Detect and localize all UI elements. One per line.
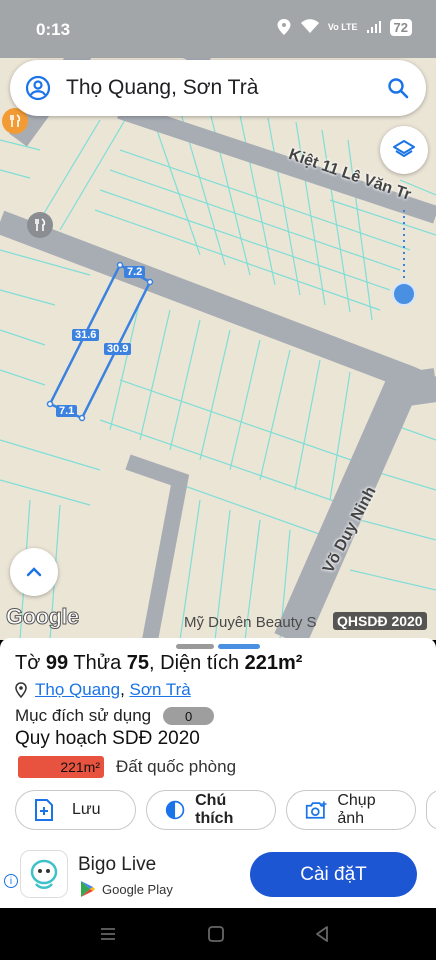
ad-banner[interactable]: i Bigo Live Google Play Cài đặT — [0, 842, 436, 908]
parcel-dimension: 7.1 — [56, 405, 78, 417]
purpose-row: Mục đích sử dụng 0 — [15, 706, 215, 726]
parcel-dimension: 31.6 — [72, 329, 100, 341]
layers-button[interactable] — [380, 126, 428, 174]
overlay-badge: QHSDĐ 2020 — [333, 612, 427, 630]
plan-land-type: Đất quốc phòng — [116, 757, 237, 776]
plan-title: Quy hoạch SDĐ 2020 — [15, 728, 200, 749]
restaurant-pin-icon[interactable] — [27, 212, 53, 238]
app-icon[interactable] — [20, 850, 68, 898]
add-document-icon — [35, 799, 53, 821]
sheet-handle[interactable] — [176, 644, 214, 649]
poi-label[interactable]: Mỹ Duyên Beauty S — [184, 614, 317, 631]
volte-indicator: Vo LTE — [327, 21, 358, 32]
contrast-icon — [165, 800, 185, 820]
bigo-mascot-icon — [30, 859, 58, 889]
map-pin-icon — [15, 682, 27, 698]
location-status-icon — [277, 19, 291, 35]
search-input[interactable]: Thọ Quang, Sơn Trà — [66, 76, 370, 100]
camera-add-icon — [305, 801, 327, 819]
install-button[interactable]: Cài đặT — [250, 852, 417, 897]
recent-apps-icon[interactable] — [98, 924, 118, 944]
signal-icon — [366, 21, 381, 33]
google-logo: Google — [6, 604, 80, 630]
parcel-info-sheet[interactable]: Tờ 99 Thửa 75, Diện tích 221m² Thọ Quang… — [0, 638, 436, 908]
plan-area-row: 221m² Đất quốc phòng — [18, 756, 236, 778]
layers-icon — [393, 140, 415, 157]
parcel-address: Thọ Quang, Sơn Trà — [15, 680, 191, 700]
more-actions-chip[interactable] — [426, 790, 436, 830]
battery-indicator: 72 — [389, 18, 412, 36]
ward-link[interactable]: Thọ Quang — [35, 680, 120, 699]
account-button[interactable] — [10, 75, 66, 101]
home-icon[interactable] — [206, 924, 226, 944]
google-play-icon — [81, 881, 95, 897]
search-button[interactable] — [370, 77, 426, 99]
legend-button[interactable]: Chú thích — [146, 790, 276, 830]
clock: 0:13 — [36, 20, 71, 39]
system-nav-bar — [0, 908, 436, 960]
parcel-title: Tờ 99 Thửa 75, Diện tích 221m² — [15, 652, 303, 674]
take-photo-button[interactable]: Chụp ảnh — [286, 790, 416, 830]
chevron-up-icon — [26, 567, 42, 577]
sheet-handle-active[interactable] — [218, 644, 260, 649]
plan-area-badge: 221m² — [18, 756, 104, 778]
selected-parcel-outline — [48, 263, 152, 420]
district-link[interactable]: Sơn Trà — [130, 680, 191, 699]
purpose-label: Mục đích sử dụng — [15, 706, 152, 725]
back-icon[interactable] — [312, 924, 332, 944]
search-icon — [388, 78, 409, 99]
ad-info-icon[interactable]: i — [4, 874, 18, 888]
ad-app-name: Bigo Live — [78, 854, 157, 875]
parcel-dimension: 30.9 — [104, 343, 132, 355]
expand-up-button[interactable] — [10, 548, 58, 596]
search-bar[interactable]: Thọ Quang, Sơn Trà — [10, 60, 426, 116]
status-bar: 0:13 Vo LTE 72 — [0, 0, 436, 58]
account-icon — [25, 75, 51, 101]
my-location-dot — [392, 282, 416, 306]
purpose-value: 0 — [163, 707, 215, 725]
parcel-dimension: 7.2 — [124, 266, 146, 278]
action-chips: Lưu Chú thích Chụp ảnh — [15, 790, 436, 830]
wifi-icon — [300, 19, 319, 33]
save-button[interactable]: Lưu — [15, 790, 136, 830]
store-badge: Google Play — [80, 880, 173, 898]
